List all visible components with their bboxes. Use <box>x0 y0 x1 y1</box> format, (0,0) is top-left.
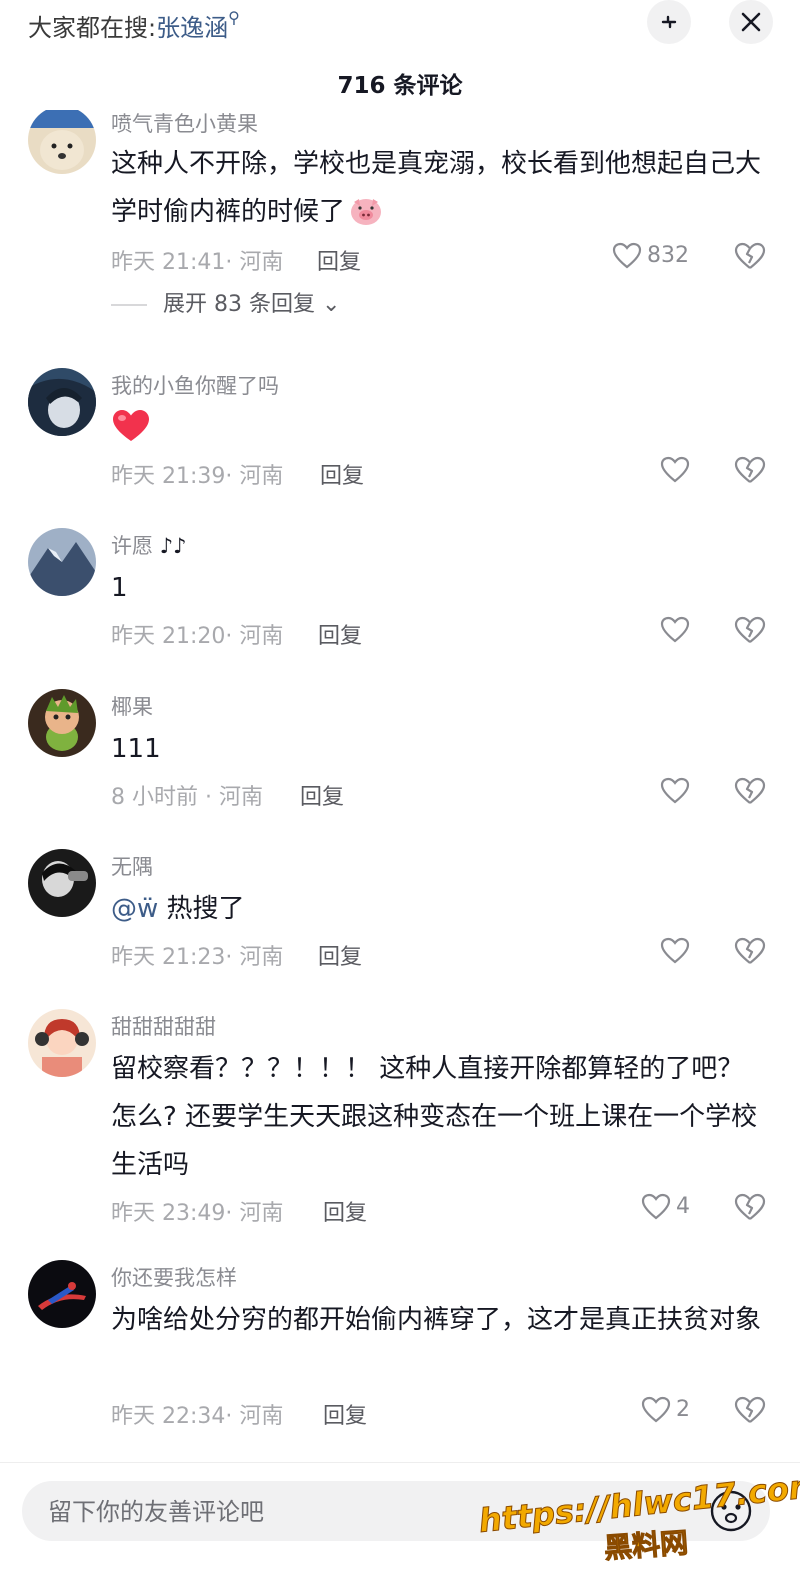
pig-face-emoji <box>351 199 382 225</box>
minimize-icon <box>661 15 677 29</box>
broken-heart-icon <box>734 616 766 643</box>
comment-username[interactable]: 许愿 ♪♪ <box>111 530 187 560</box>
reply-button[interactable]: 回复 <box>318 618 362 650</box>
reply-button[interactable]: 回复 <box>320 458 364 490</box>
broken-heart-icon <box>734 1396 766 1423</box>
broken-heart-icon <box>734 456 766 483</box>
search-hint-keyword[interactable]: 张逸涵 <box>156 14 228 42</box>
watermark-cn: 黑料网 <box>603 1526 690 1566</box>
heart-outline-icon <box>660 456 690 483</box>
reply-button[interactable]: 回复 <box>318 939 362 971</box>
like-button[interactable] <box>659 775 693 809</box>
comment-meta: 昨天 21:23· 河南 <box>111 945 284 970</box>
comment-username[interactable]: 你还要我怎样 <box>111 1262 237 1292</box>
dislike-button[interactable] <box>733 1191 767 1225</box>
avatar[interactable] <box>28 849 96 917</box>
comment-username[interactable]: 椰果 <box>111 691 153 721</box>
like-button[interactable] <box>659 614 693 648</box>
dislike-button[interactable] <box>733 935 767 969</box>
avatar[interactable] <box>28 689 96 757</box>
comment-text: 留校察看？？？！！！ 这种人直接开除都算轻的了吧？ 怎么? 还要学生天天跟这种变… <box>111 1054 758 1180</box>
close-button[interactable] <box>729 0 773 44</box>
broken-heart-icon <box>734 937 766 964</box>
heart-outline-icon <box>660 616 690 643</box>
comment-count-title: 716 条评论 <box>337 73 463 99</box>
expand-replies-button[interactable]: 展开 83 条回复 ⌄ <box>111 286 340 318</box>
avatar[interactable] <box>28 1009 96 1077</box>
broken-heart-icon <box>734 777 766 804</box>
top-bar: 大家都在搜:张逸涵⚲ <box>0 0 800 48</box>
chevron-down-icon: ⌄ <box>321 292 341 317</box>
heart-outline-icon <box>641 1396 671 1423</box>
like-count: 4 <box>676 1194 690 1219</box>
comment-meta: 昨天 21:20· 河南 <box>111 624 284 649</box>
heart-outline-icon <box>660 777 690 804</box>
red-heart-emoji <box>113 410 149 441</box>
search-hint-prefix: 大家都在搜: <box>28 14 157 42</box>
like-count: 2 <box>676 1397 690 1422</box>
broken-heart-icon <box>734 242 766 269</box>
heart-outline-icon <box>612 242 642 269</box>
avatar[interactable] <box>28 110 96 174</box>
comment-username[interactable]: 我的小鱼你醒了吗 <box>111 370 279 400</box>
avatar[interactable] <box>28 528 96 596</box>
mention-link[interactable]: @ẅ <box>111 894 158 924</box>
like-button[interactable]: 832 <box>611 240 701 274</box>
comment-meta: 8 小时前 · 河南 <box>111 785 263 810</box>
music-note-icon: ♪♪ <box>159 534 187 558</box>
comment-list[interactable]: 喷气青色小黄果 这种人不开除，学校也是真宠溺，校长看到他想起自己大学时偷内裤的时… <box>0 110 800 1460</box>
comment-text: 1 <box>111 573 128 603</box>
search-icon: ⚲ <box>228 8 240 27</box>
like-button[interactable] <box>659 935 693 969</box>
minimize-button[interactable] <box>647 0 691 44</box>
broken-heart-icon <box>734 1193 766 1220</box>
like-count: 832 <box>647 243 689 268</box>
dislike-button[interactable] <box>733 775 767 809</box>
watermark-logo: https://hlwc17.com 黑料网 <box>476 1462 800 1572</box>
comment-text: @ẅ 热搜了 <box>111 894 245 924</box>
comment-text: 111 <box>111 734 161 764</box>
comment-meta: 昨天 21:41· 河南 <box>111 250 284 275</box>
dislike-button[interactable] <box>733 1394 767 1428</box>
like-button[interactable] <box>659 454 693 488</box>
dislike-button[interactable] <box>733 454 767 488</box>
reply-button[interactable]: 回复 <box>323 1398 367 1430</box>
like-button[interactable]: 4 <box>640 1191 700 1225</box>
comment-text <box>111 404 761 452</box>
heart-outline-icon <box>641 1193 671 1220</box>
comment-username[interactable]: 喷气青色小黄果 <box>111 110 258 138</box>
comment-text: 这种人不开除，学校也是真宠溺，校长看到他想起自己大学时偷内裤的时候了 <box>111 149 762 227</box>
comment-meta: 昨天 21:39· 河南 <box>111 464 284 489</box>
avatar[interactable] <box>28 368 96 436</box>
reply-button[interactable]: 回复 <box>323 1195 367 1227</box>
close-icon <box>741 12 761 32</box>
divider-line <box>111 304 147 306</box>
comment-meta: 昨天 22:34· 河南 <box>111 1404 284 1429</box>
reply-button[interactable]: 回复 <box>317 244 361 276</box>
comment-username[interactable]: 无隅 <box>111 851 153 881</box>
comment-meta: 昨天 23:49· 河南 <box>111 1201 284 1226</box>
reply-button[interactable]: 回复 <box>300 779 344 811</box>
dislike-button[interactable] <box>733 614 767 648</box>
comment-username[interactable]: 甜甜甜甜甜 <box>111 1011 216 1041</box>
like-button[interactable]: 2 <box>640 1394 700 1428</box>
avatar[interactable] <box>28 1260 96 1328</box>
heart-outline-icon <box>660 937 690 964</box>
dislike-button[interactable] <box>733 240 767 274</box>
trending-search-hint[interactable]: 大家都在搜:张逸涵⚲ <box>28 8 240 43</box>
comment-text: 为啥给处分穷的都开始偷内裤穿了，这才是真正扶贫对象 <box>111 1305 762 1335</box>
